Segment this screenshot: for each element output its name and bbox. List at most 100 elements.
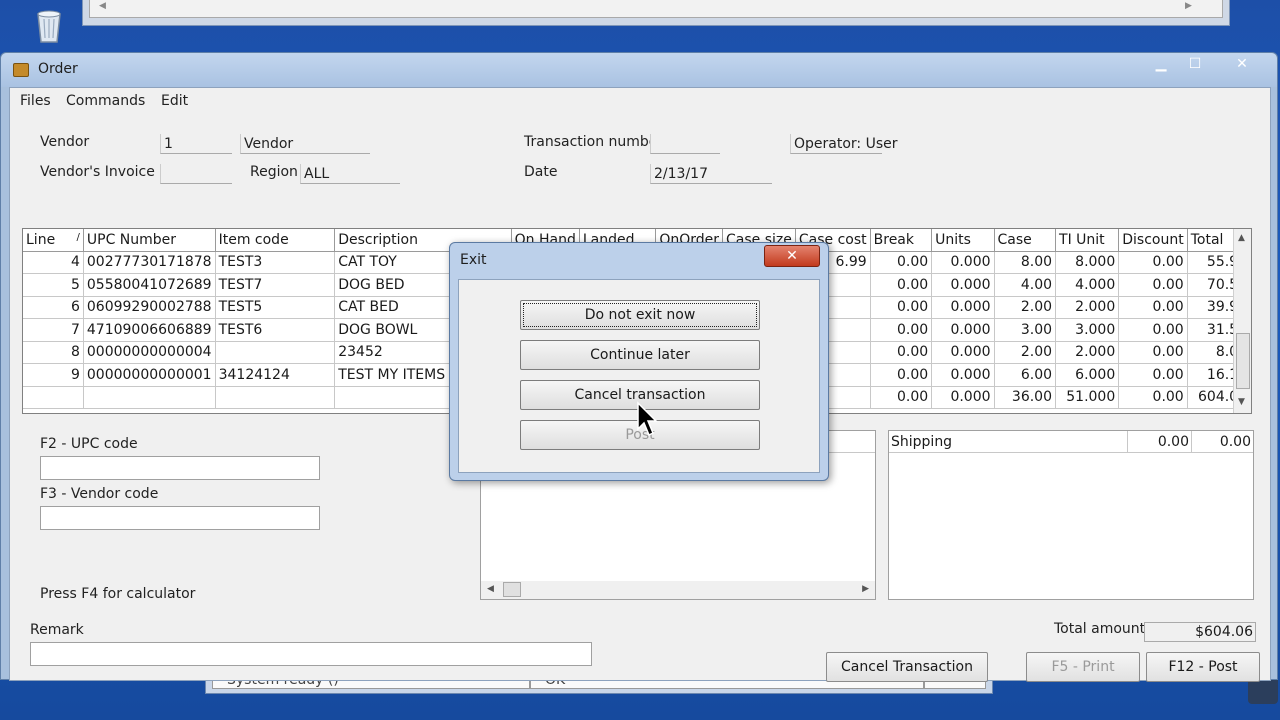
vendor-label: Vendor [40,134,90,150]
table-cell[interactable]: TEST3 [215,251,336,274]
table-cell[interactable]: 0.000 [931,363,995,387]
vendor-id-field[interactable]: 1 [160,134,232,154]
table-cell[interactable]: 06099290002788 [83,296,216,319]
app-icon [13,63,29,77]
table-cell[interactable]: 0.00 [870,341,933,364]
col-header[interactable]: UPC Number [83,229,216,252]
menu-commands[interactable]: Commands [66,93,145,109]
table-cell[interactable]: 3.000 [1055,318,1120,342]
title-bar[interactable]: Order ▁ ☐ ✕ [1,53,1277,87]
table-cell[interactable]: 0.00 [1118,251,1188,274]
total-cell [83,385,216,409]
table-cell[interactable]: 0.00 [870,318,933,342]
table-cell[interactable]: 0.000 [931,251,995,274]
upc-code-input[interactable] [40,456,320,480]
table-cell[interactable]: 0.000 [931,341,995,364]
table-cell[interactable]: 8 [23,341,84,364]
shipping-panel[interactable]: Shipping 0.00 0.00 [888,430,1254,600]
operator-field: Operator: User [790,134,898,154]
col-header[interactable]: Line / [23,229,84,252]
minimize-button[interactable]: ▁ [1147,55,1175,75]
remark-input[interactable] [30,642,592,666]
table-cell[interactable]: 47109006606889 [83,318,216,342]
scroll-down-icon[interactable]: ▼ [1238,397,1245,407]
table-cell[interactable]: TEST5 [215,296,336,319]
table-cell[interactable]: 4.00 [994,273,1057,297]
table-cell[interactable]: 0.000 [931,273,995,297]
menu-edit[interactable]: Edit [161,93,188,109]
region-field[interactable]: ALL [300,164,400,184]
table-cell[interactable]: 0.000 [931,296,995,319]
table-cell[interactable]: 0.00 [870,273,933,297]
table-cell[interactable]: 7 [23,318,84,342]
col-header[interactable]: Discount [1118,229,1188,252]
col-header[interactable]: Case [994,229,1057,252]
vendor-code-input[interactable] [40,506,320,530]
scroll-right-icon: ▶ [1185,1,1192,11]
scroll-thumb[interactable] [503,582,521,597]
table-cell[interactable]: 2.00 [994,296,1057,319]
table-cell[interactable]: 2.00 [994,341,1057,364]
scroll-thumb[interactable] [1236,333,1250,389]
total-cell [215,385,336,409]
shipping-label: Shipping [891,434,953,450]
table-cell[interactable]: 8.000 [1055,251,1120,274]
col-header[interactable]: Units [931,229,995,252]
table-cell[interactable]: 9 [23,363,84,387]
dialog-title: Exit [460,252,487,268]
grid-vertical-scrollbar[interactable]: ▲ ▼ [1233,229,1251,413]
table-cell[interactable]: 4.000 [1055,273,1120,297]
detail-horizontal-scrollbar[interactable]: ◀ ▶ [481,581,875,599]
do-not-exit-button[interactable]: Do not exit now [520,300,760,330]
table-cell[interactable]: 5 [23,273,84,297]
cancel-transaction-button[interactable]: Cancel Transaction [826,652,988,682]
table-cell[interactable]: 0.00 [870,296,933,319]
close-button[interactable]: ✕ [1228,55,1256,75]
continue-later-button[interactable]: Continue later [520,340,760,370]
table-cell[interactable]: 0.00 [1118,341,1188,364]
table-cell[interactable]: 0.00 [870,251,933,274]
table-cell[interactable] [215,341,336,364]
table-cell[interactable]: 00000000000004 [83,341,216,364]
table-cell[interactable]: 00000000000001 [83,363,216,387]
vendor-invoice-field[interactable] [160,164,232,184]
table-cell[interactable]: 2.000 [1055,341,1120,364]
mouse-cursor-icon [636,401,658,439]
table-cell[interactable]: 8.00 [994,251,1057,274]
table-cell[interactable]: 0.00 [870,363,933,387]
table-cell[interactable]: 3.00 [994,318,1057,342]
table-cell[interactable]: 0.00 [1118,296,1188,319]
table-cell[interactable]: TEST6 [215,318,336,342]
vendor-name-field[interactable]: Vendor [240,134,370,154]
scroll-left-icon[interactable]: ◀ [487,584,494,594]
table-cell[interactable]: 34124124 [215,363,336,387]
scroll-up-icon[interactable]: ▲ [1238,233,1245,243]
table-cell[interactable]: 0.00 [1118,318,1188,342]
maximize-button[interactable]: ☐ [1181,55,1209,75]
menu-bar: Files Commands Edit [10,88,1270,114]
table-cell[interactable]: 4 [23,251,84,274]
date-field[interactable]: 2/13/17 [650,164,772,184]
table-cell[interactable]: 6.000 [1055,363,1120,387]
transaction-number-field[interactable] [650,134,720,154]
scroll-right-icon[interactable]: ▶ [862,584,869,594]
col-header[interactable]: Item code [215,229,336,252]
table-cell[interactable]: 6 [23,296,84,319]
table-cell[interactable]: 0.000 [931,318,995,342]
col-header[interactable]: TI Unit [1055,229,1120,252]
post-button[interactable]: F12 - Post [1146,652,1260,682]
table-cell[interactable]: 6.00 [994,363,1057,387]
col-header[interactable]: Break [870,229,933,252]
recycle-bin-icon[interactable] [32,4,66,44]
table-cell[interactable]: TEST7 [215,273,336,297]
table-cell[interactable]: 0.00 [1118,363,1188,387]
print-button[interactable]: F5 - Print [1026,652,1140,682]
table-cell[interactable]: 00277730171878 [83,251,216,274]
table-cell[interactable]: 05580041072689 [83,273,216,297]
table-cell[interactable]: 2.000 [1055,296,1120,319]
menu-files[interactable]: Files [20,93,51,109]
total-cell: 36.00 [994,385,1057,409]
dialog-close-button[interactable]: ✕ [764,245,820,267]
table-cell[interactable]: 0.00 [1118,273,1188,297]
total-cell [23,385,84,409]
